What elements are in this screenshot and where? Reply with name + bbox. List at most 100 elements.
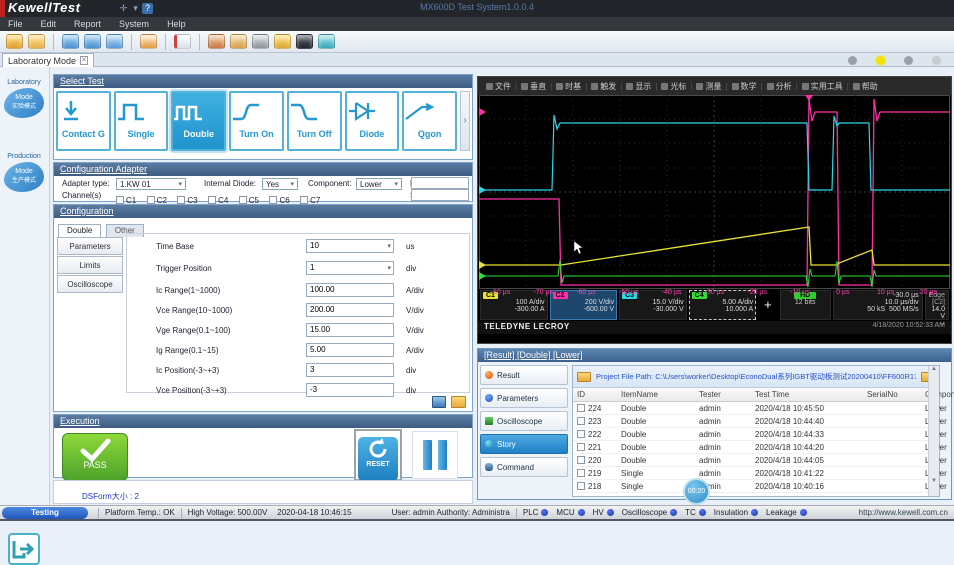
app-title: MX600D Test System1.0.0.4	[420, 2, 534, 12]
table-scrollbar[interactable]: ▲▼	[928, 366, 939, 496]
test-button-single[interactable]: Single	[114, 91, 169, 151]
exit-button[interactable]	[8, 533, 40, 565]
table-row[interactable]: 218Singleadmin2020/4/18 10:40:16Lower	[573, 480, 939, 493]
serial-number-input[interactable]	[411, 189, 469, 201]
test-button-diode[interactable]: Diode	[345, 91, 400, 151]
side-tab-parameters[interactable]: Parameters	[57, 237, 123, 255]
nav-story[interactable]: Story	[480, 434, 568, 454]
scope-menu-file[interactable]: 文件	[482, 81, 515, 92]
menu-system[interactable]: System	[119, 19, 149, 29]
row-checkbox[interactable]	[577, 417, 585, 425]
menu-file[interactable]: File	[8, 19, 23, 29]
vce-position-input[interactable]: -3	[306, 383, 394, 397]
trigger-position-select[interactable]: 1▾	[306, 261, 394, 275]
component-label: Component:	[308, 179, 352, 188]
scope-menu-measure[interactable]: 测量	[692, 81, 725, 92]
row-checkbox[interactable]	[577, 456, 585, 464]
sidebar-item-laboratory[interactable]: Laboratory Mode实验模式	[2, 79, 46, 141]
scope-menu-help[interactable]: 帮助	[849, 81, 882, 92]
channel-checkbox-c5[interactable]	[239, 196, 247, 204]
scope-menu-vertical[interactable]: 垂直	[517, 81, 550, 92]
component-select[interactable]: Lower▾	[356, 178, 402, 190]
test-button-turn-off[interactable]: Turn Off	[287, 91, 342, 151]
ic-range-input[interactable]: 100.00	[306, 283, 394, 297]
load-config-icon[interactable]	[451, 396, 466, 408]
test-button-double[interactable]: Double	[171, 91, 226, 151]
more-tests-chevron[interactable]: ›	[460, 91, 470, 151]
channel-checkbox-c2[interactable]	[147, 196, 155, 204]
row-checkbox[interactable]	[577, 482, 585, 490]
scope-menu-math[interactable]: 数学	[728, 81, 761, 92]
pass-button[interactable]: PASS	[62, 433, 128, 481]
ic-position-input[interactable]: 3	[306, 363, 394, 377]
channel-checkbox-c7[interactable]	[300, 196, 308, 204]
vce-range-input[interactable]: 200.00	[306, 303, 394, 317]
table-row[interactable]: 222Doubleadmin2020/4/18 10:44:33Lower	[573, 428, 939, 441]
menu-edit[interactable]: Edit	[41, 19, 57, 29]
internal-diode-select[interactable]: Yes▾	[262, 178, 298, 190]
table-row[interactable]: 219Singleadmin2020/4/18 10:41:22Lower	[573, 467, 939, 480]
dropdown-icon[interactable]: ▾	[130, 3, 141, 14]
channel-checkbox-c1[interactable]	[116, 196, 124, 204]
save-config-icon[interactable]	[432, 396, 446, 408]
report-doc-icon[interactable]	[174, 34, 191, 49]
scope-menu-timebase[interactable]: 时基	[552, 81, 585, 92]
time-base-select[interactable]: 10▾	[306, 239, 394, 253]
users-icon[interactable]	[230, 34, 247, 49]
tab-double[interactable]: Double	[58, 224, 101, 237]
channel-checkbox-c3[interactable]	[177, 196, 185, 204]
card-icon[interactable]	[62, 34, 79, 49]
row-checkbox[interactable]	[577, 430, 585, 438]
table-row[interactable]: 223Doubleadmin2020/4/18 10:44:40Lower	[573, 415, 939, 428]
scales-icon[interactable]	[274, 34, 291, 49]
row-checkbox[interactable]	[577, 443, 585, 451]
side-tab-limits[interactable]: Limits	[57, 256, 123, 274]
vge-range-input[interactable]: 15.00	[306, 323, 394, 337]
tools-icon[interactable]	[252, 34, 269, 49]
user-icon[interactable]	[208, 34, 225, 49]
scope-menu-utilities[interactable]: 实用工具	[798, 81, 847, 92]
menu-help[interactable]: Help	[167, 19, 186, 29]
nav-result[interactable]: Result	[480, 365, 568, 385]
sidebar-item-production[interactable]: Production Mode生产模式	[2, 153, 46, 215]
nav-oscilloscope[interactable]: Oscilloscope	[480, 411, 568, 431]
open-folder-icon[interactable]	[6, 34, 23, 49]
monitor-icon[interactable]	[296, 34, 313, 49]
scope-menu-trigger[interactable]: 触发	[587, 81, 620, 92]
channel-checkbox-c4[interactable]	[208, 196, 216, 204]
scope-menu-bar: 文件| 垂直| 时基| 触发| 显示| 光标| 测量| 数学| 分析| 实用工具…	[478, 77, 951, 95]
dut-type-input[interactable]	[411, 177, 469, 189]
adapter-type-select[interactable]: 1.KW 01▾	[116, 178, 186, 190]
table-row[interactable]: 224Doubleadmin2020/4/18 10:45:50Lower	[573, 402, 939, 415]
row-checkbox[interactable]	[577, 469, 585, 477]
nav-parameters[interactable]: Parameters	[480, 388, 568, 408]
table-row[interactable]: 220Doubleadmin2020/4/18 10:44:05Lower	[573, 454, 939, 467]
reset-button[interactable]: RESET	[354, 429, 402, 481]
scope-menu-cursors[interactable]: 光标	[657, 81, 690, 92]
channel-checkbox-c6[interactable]	[269, 196, 277, 204]
tab-close-icon[interactable]: ✕	[80, 56, 88, 65]
results-title-bar: [Result] [Double] [Lower]	[478, 349, 951, 362]
test-button-contact-g[interactable]: Contact G	[56, 91, 111, 151]
status-light-active	[876, 56, 885, 65]
ig-range-input[interactable]: 5.00	[306, 343, 394, 357]
side-tab-oscilloscope[interactable]: Oscilloscope	[57, 275, 123, 293]
menu-report[interactable]: Report	[74, 19, 101, 29]
help-box-icon[interactable]: ?	[142, 3, 153, 14]
camera-icon[interactable]	[318, 34, 335, 49]
clipboard-icon[interactable]	[140, 34, 157, 49]
scope-menu-display[interactable]: 显示	[622, 81, 655, 92]
move-icon[interactable]: ✛	[118, 3, 129, 14]
pause-button[interactable]	[412, 431, 458, 479]
row-checkbox[interactable]	[577, 404, 585, 412]
scope-menu-analysis[interactable]: 分析	[763, 81, 796, 92]
test-button-turn-on[interactable]: Turn On	[229, 91, 284, 151]
open-project-icon[interactable]	[28, 34, 45, 49]
card-alt-icon[interactable]	[84, 34, 101, 49]
logo-accent	[0, 0, 5, 17]
nav-command[interactable]: Command	[480, 457, 568, 477]
table-row[interactable]: 221Doubleadmin2020/4/18 10:44:20Lower	[573, 441, 939, 454]
test-button-qgon[interactable]: Qgon	[402, 91, 457, 151]
hand-click-icon[interactable]	[106, 34, 123, 49]
tab-laboratory-mode[interactable]: Laboratory Mode ✕	[2, 53, 94, 67]
